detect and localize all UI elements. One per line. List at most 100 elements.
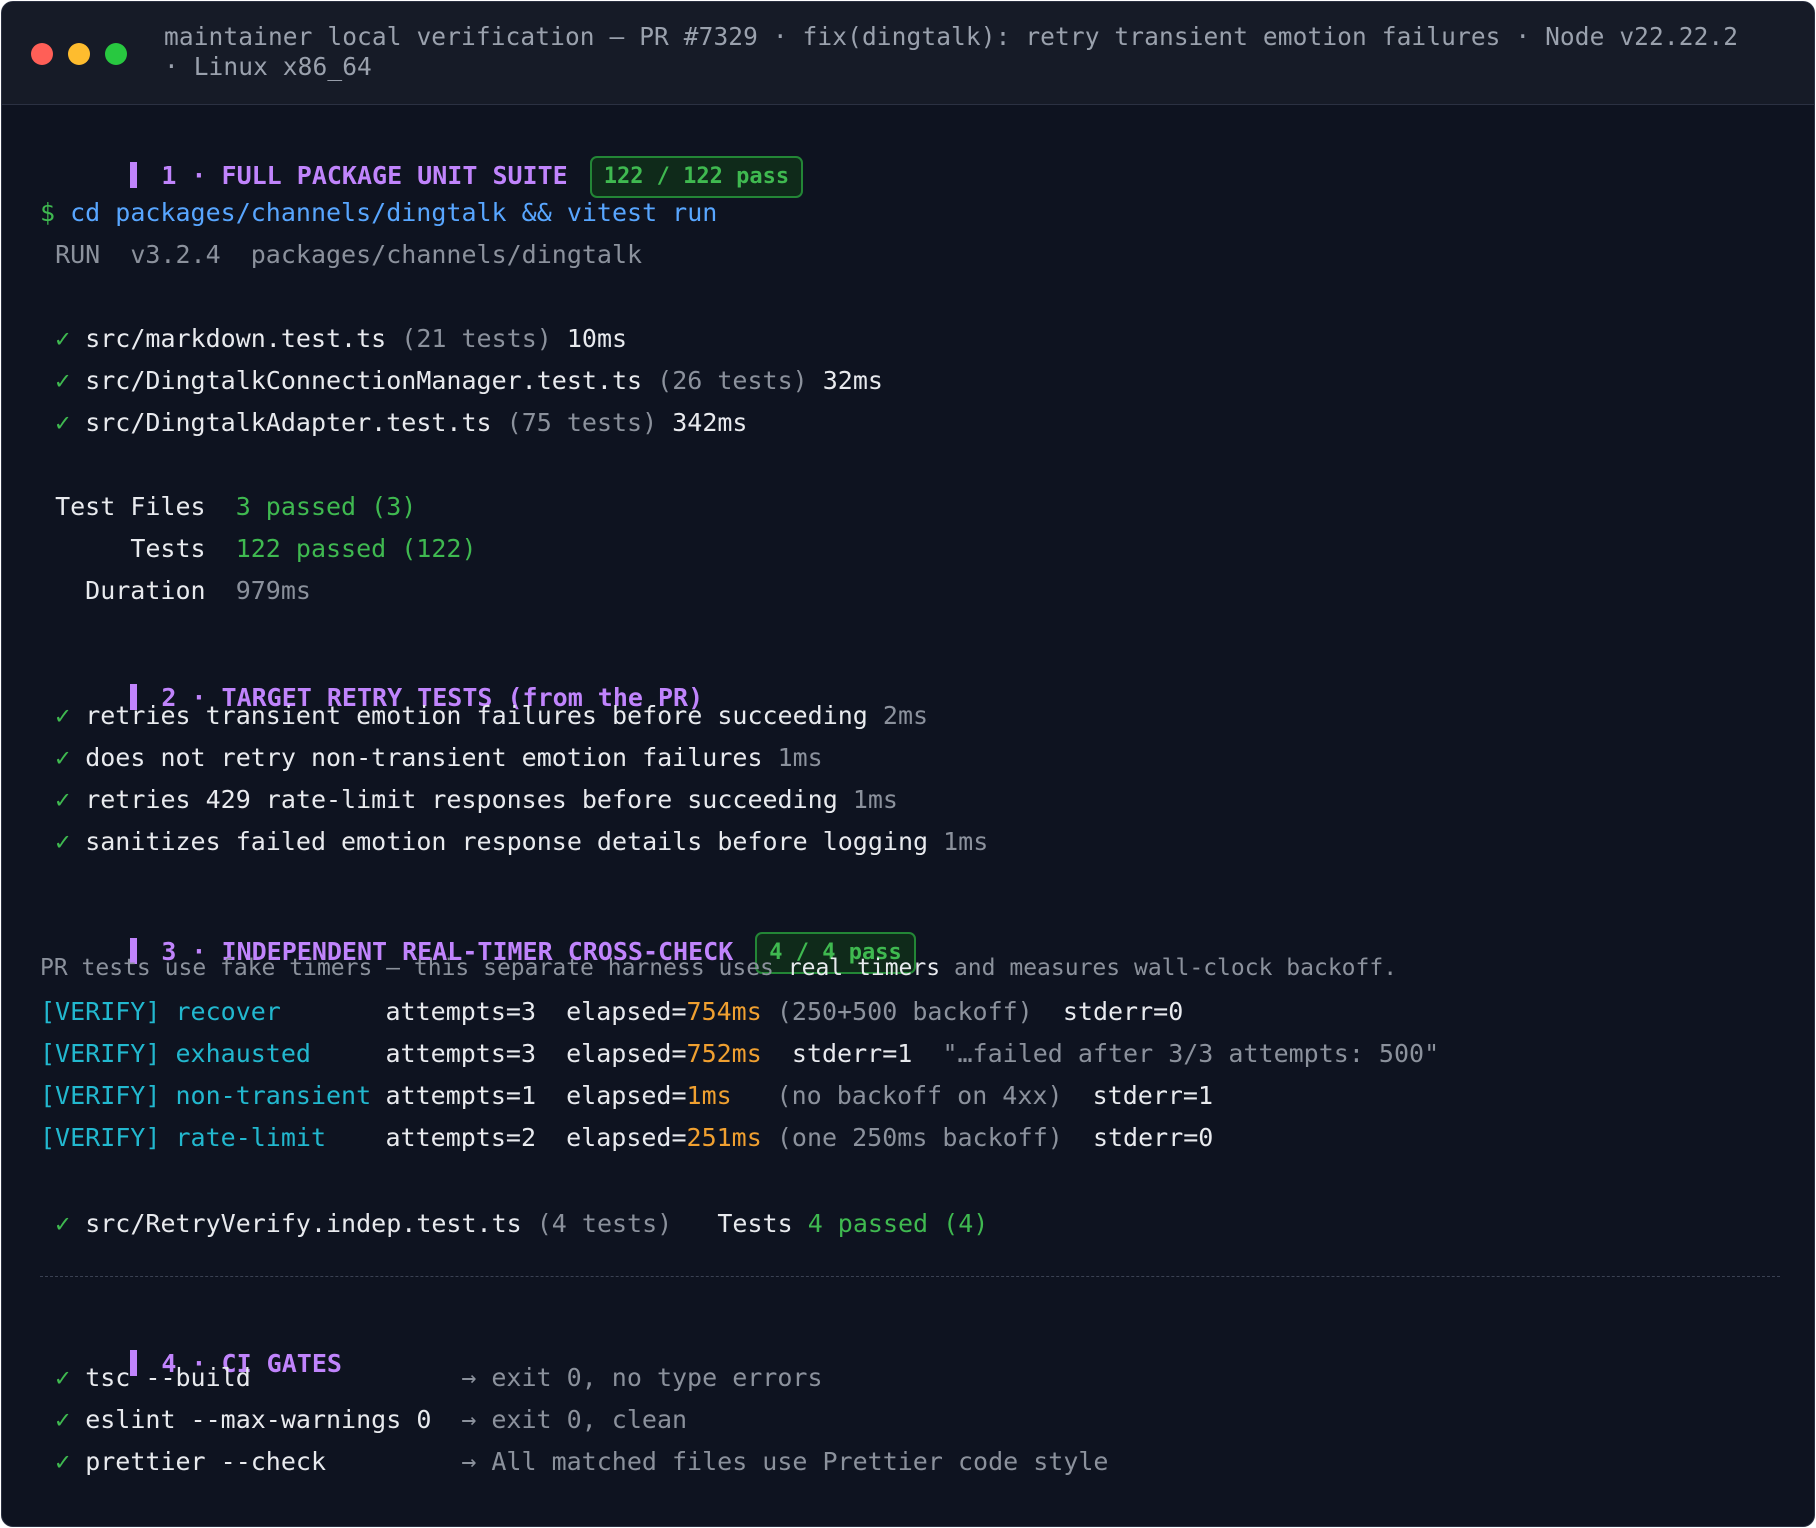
summary-files-label: Test Files [55,492,206,521]
window-title-line-1: maintainer local verification — PR #7329… [164,22,1739,51]
summary-tests-value: 122 passed (122) [235,534,477,563]
section-marker [130,162,138,188]
retry-test-row: ✓ sanitizes failed emotion response deta… [40,824,988,860]
verify-stderr: stderr=1 [1092,1081,1214,1110]
verify-name: rate-limit [175,1123,326,1152]
check-icon: ✓ [55,1209,71,1238]
check-icon: ✓ [55,785,71,814]
retry-test-name: sanitizes failed emotion response detail… [85,827,929,856]
note-highlight: real timers [787,955,941,981]
arrow-icon: → [461,1405,477,1434]
verify-attempts: attempts=3 [385,997,536,1026]
window-controls [31,43,127,65]
retry-test-time: 1ms [852,785,898,814]
check-icon: ✓ [55,827,71,856]
run-line: RUN v3.2.4 packages/channels/dingtalk [40,237,642,273]
summary-test-files: Test Files 3 passed (3) [40,489,416,525]
verify-row: [VERIFY] non-transient attempts=1 elapsed… [40,1078,1213,1114]
minimize-window-button[interactable] [68,43,90,65]
retry-test-time: 1ms [943,827,989,856]
verify-stderr: stderr=1 [791,1039,913,1068]
verify-row: [VERIFY] recover attempts=3 elapsed=754ms… [40,994,1183,1030]
ci-gate-command: eslint --max-warnings 0 [85,1405,432,1434]
verify-detail: (one 250ms backoff) [776,1123,1063,1152]
arrow-icon: → [461,1447,477,1476]
summary-duration-label: Duration [85,576,206,605]
cross-check-count: (4 tests) [536,1209,673,1238]
retry-test-name: retries transient emotion failures befor… [85,701,868,730]
verify-detail: (250+500 backoff) [776,997,1033,1026]
verify-tag: [VERIFY] [40,997,161,1026]
retry-test-time: 1ms [777,743,823,772]
note-text: PR tests use fake timers — this separate… [40,955,774,981]
ci-gate-row: ✓ tsc --build → exit 0, no type errors [40,1360,823,1396]
run-path: packages/channels/dingtalk [250,240,643,269]
test-time: 342ms [672,408,748,437]
test-time: 32ms [822,366,883,395]
test-file-row: ✓ src/markdown.test.ts (21 tests) 10ms [40,321,627,357]
test-file-name: src/DingtalkAdapter.test.ts [85,408,492,437]
retry-test-row: ✓ retries 429 rate-limit responses befor… [40,782,898,818]
close-window-button[interactable] [31,43,53,65]
verify-elapsed-label: elapsed= [566,997,687,1026]
check-icon: ✓ [55,701,71,730]
verify-name: exhausted [175,1039,311,1068]
section-1-pass-badge: 122 / 122 pass [589,156,804,198]
test-file-name: src/markdown.test.ts [85,324,387,353]
cross-check-file: src/RetryVerify.indep.test.ts [85,1209,522,1238]
note-text: and measures wall-clock backoff. [953,955,1398,981]
verify-elapsed-label: elapsed= [566,1081,687,1110]
verify-detail: (no backoff on 4xx) [776,1081,1063,1110]
ci-gate-command: prettier --check [85,1447,327,1476]
test-time: 10ms [566,324,628,353]
cross-check-tests-value: 4 passed (4) [807,1209,989,1238]
ci-gate-row: ✓ eslint --max-warnings 0 → exit 0, clea… [40,1402,687,1438]
shell-command: cd packages/channels/dingtalk && vitest … [70,198,718,227]
ci-gate-result: exit 0, no type errors [491,1363,823,1392]
window-title-line-2: · Linux x86_64 [164,52,372,81]
verify-name: recover [175,997,281,1026]
check-icon: ✓ [55,324,71,353]
test-count: (21 tests) [401,324,552,353]
section-divider [40,1276,1780,1277]
title-bar: maintainer local verification — PR #7329… [2,2,1814,105]
check-icon: ✓ [55,1447,71,1476]
verify-stderr: stderr=0 [1062,997,1184,1026]
test-file-row: ✓ src/DingtalkAdapter.test.ts (75 tests)… [40,405,747,441]
retry-test-time: 2ms [882,701,929,730]
verify-elapsed: 1ms [686,1081,732,1110]
retry-test-row: ✓ retries transient emotion failures bef… [40,698,928,734]
summary-tests-label: Tests [130,534,206,563]
check-icon: ✓ [55,743,71,772]
window-title: maintainer local verification — PR #7329… [164,22,1794,82]
verify-stderr: stderr=0 [1092,1123,1214,1152]
retry-test-name: retries 429 rate-limit responses before … [85,785,838,814]
summary-duration: Duration 979ms [40,573,311,609]
verify-tag: [VERIFY] [40,1123,161,1152]
ci-gate-result: All matched files use Prettier code styl… [491,1447,1109,1476]
verify-elapsed-label: elapsed= [566,1039,687,1068]
command-line: $ cd packages/channels/dingtalk && vites… [40,195,717,231]
test-count: (75 tests) [506,408,658,437]
section-1-title: 1 · FULL PACKAGE UNIT SUITE [161,161,568,190]
check-icon: ✓ [55,1363,71,1392]
maximize-window-button[interactable] [105,43,127,65]
cross-check-tests-label: Tests [717,1209,793,1238]
run-version: v3.2.4 [130,240,221,269]
verify-row: [VERIFY] rate-limit attempts=2 elapsed=25… [40,1120,1213,1156]
verify-attempts: attempts=1 [385,1081,536,1110]
verify-elapsed-label: elapsed= [566,1123,687,1152]
verify-attempts: attempts=3 [385,1039,536,1068]
shell-prompt: $ [40,198,56,227]
summary-files-value: 3 passed (3) [235,492,417,521]
summary-tests: Tests 122 passed (122) [40,531,477,567]
ci-gate-result: exit 0, clean [491,1405,688,1434]
terminal-window: maintainer local verification — PR #7329… [1,1,1815,1527]
verify-extra: "…failed after 3/3 attempts: 500" [942,1039,1440,1068]
cross-check-result: ✓ src/RetryVerify.indep.test.ts (4 tests… [40,1206,988,1242]
test-file-name: src/DingtalkConnectionManager.test.ts [85,366,643,395]
check-icon: ✓ [55,366,71,395]
summary-duration-value: 979ms [235,576,311,605]
verify-elapsed: 754ms [686,997,762,1026]
retry-test-name: does not retry non-transient emotion fai… [85,743,763,772]
